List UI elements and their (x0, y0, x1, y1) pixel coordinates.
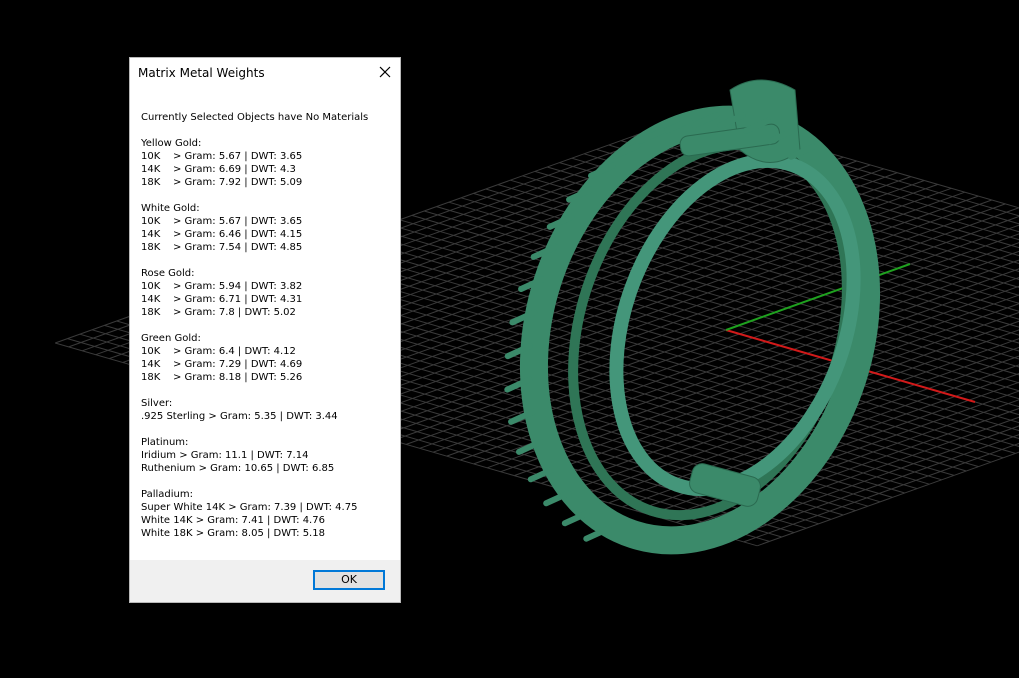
weight-row: 10K > Gram: 5.67 | DWT: 3.65 (141, 215, 396, 228)
close-icon (379, 66, 391, 78)
karat-label: 10K (141, 151, 161, 162)
weight-row: Ruthenium > Gram: 10.65 | DWT: 6.85 (141, 462, 396, 475)
weight-value: > Gram: 6.69 | DWT: 4.3 (173, 164, 296, 175)
grid-line (362, 232, 1019, 424)
metal-group-title: Silver: (141, 398, 173, 409)
weight-row: 14K > Gram: 7.29 | DWT: 4.69 (141, 358, 396, 371)
dialog-content: Currently Selected Objects have No Mater… (141, 111, 396, 553)
grid-line (392, 215, 1019, 441)
grid-line (406, 224, 1019, 445)
weight-row: 18K > Gram: 7.92 | DWT: 5.09 (141, 176, 396, 189)
metal-group: Palladium: Super White 14K > Gram: 7.39 |… (141, 488, 396, 540)
weight-row: 14K > Gram: 6.69 | DWT: 4.3 (141, 163, 396, 176)
metal-group-title: Platinum: (141, 437, 189, 448)
weight-value: Iridium > Gram: 11.1 | DWT: 7.14 (141, 450, 309, 461)
weight-value: > Gram: 6.46 | DWT: 4.15 (173, 229, 303, 240)
dialog-title-bar[interactable]: Matrix Metal Weights (130, 58, 400, 88)
weight-value: > Gram: 6.4 | DWT: 4.12 (173, 346, 296, 357)
dialog-footer: OK (130, 560, 400, 602)
weight-row: 18K > Gram: 7.54 | DWT: 4.85 (141, 241, 396, 254)
karat-label: 18K (141, 242, 161, 253)
metal-group-title: White Gold: (141, 203, 200, 214)
weight-value: > Gram: 8.18 | DWT: 5.26 (173, 372, 303, 383)
weight-row: White 14K > Gram: 7.41 | DWT: 4.76 (141, 514, 396, 527)
weight-row: .925 Sterling > Gram: 5.35 | DWT: 3.44 (141, 410, 396, 423)
metal-group-title: Rose Gold: (141, 268, 195, 279)
weight-value: > Gram: 6.71 | DWT: 4.31 (173, 294, 303, 305)
metal-groups: Yellow Gold: 10K > Gram: 5.67 | DWT: 3.65 1… (141, 137, 396, 540)
weight-value: White 14K > Gram: 7.41 | DWT: 4.76 (141, 515, 325, 526)
metal-group-title: Yellow Gold: (141, 138, 202, 149)
metal-group: White Gold: 10K > Gram: 5.67 | DWT: 3.65 14… (141, 202, 396, 254)
karat-label: 14K (141, 359, 161, 370)
weight-row: 14K > Gram: 6.46 | DWT: 4.15 (141, 228, 396, 241)
weight-value: > Gram: 5.67 | DWT: 3.65 (173, 151, 303, 162)
weight-value: Ruthenium > Gram: 10.65 | DWT: 6.85 (141, 463, 335, 474)
weight-row: Iridium > Gram: 11.1 | DWT: 7.14 (141, 449, 396, 462)
weight-value: Super White 14K > Gram: 7.39 | DWT: 4.75 (141, 502, 358, 513)
weight-row: 10K > Gram: 5.94 | DWT: 3.82 (141, 280, 396, 293)
grid-line (387, 223, 1019, 408)
metal-group: Yellow Gold: 10K > Gram: 5.67 | DWT: 3.65 1… (141, 137, 396, 189)
karat-label: 14K (141, 294, 161, 305)
weight-value: > Gram: 7.8 | DWT: 5.02 (173, 307, 296, 318)
karat-label: 18K (141, 372, 161, 383)
weight-row: 10K > Gram: 5.67 | DWT: 3.65 (141, 150, 396, 163)
metal-group: Rose Gold: 10K > Gram: 5.94 | DWT: 3.82 14K… (141, 267, 396, 319)
karat-label: 10K (141, 281, 161, 292)
ok-button[interactable]: OK (313, 570, 385, 590)
weight-value: > Gram: 7.92 | DWT: 5.09 (173, 177, 303, 188)
weight-row: 14K > Gram: 6.71 | DWT: 4.31 (141, 293, 396, 306)
karat-label: 10K (141, 346, 161, 357)
weight-value: > Gram: 5.67 | DWT: 3.65 (173, 216, 303, 227)
karat-label: 14K (141, 164, 161, 175)
weight-row: 10K > Gram: 6.4 | DWT: 4.12 (141, 345, 396, 358)
metal-group: Platinum: Iridium > Gram: 11.1 | DWT: 7.1… (141, 436, 396, 475)
karat-label: 10K (141, 216, 161, 227)
metal-group-title: Palladium: (141, 489, 193, 500)
selection-status: Currently Selected Objects have No Mater… (141, 112, 369, 123)
weight-value: > Gram: 7.29 | DWT: 4.69 (173, 359, 303, 370)
karat-label: 18K (141, 177, 161, 188)
weight-row: Super White 14K > Gram: 7.39 | DWT: 4.75 (141, 501, 396, 514)
close-button[interactable] (370, 58, 400, 86)
weight-value: > Gram: 7.54 | DWT: 4.85 (173, 242, 303, 253)
weight-row: White 18K > Gram: 8.05 | DWT: 5.18 (141, 527, 396, 540)
metal-group: Silver: .925 Sterling > Gram: 5.35 | DWT:… (141, 397, 396, 423)
metal-weights-dialog: Matrix Metal Weights Currently Selected … (129, 57, 401, 603)
metal-group: Green Gold: 10K > Gram: 6.4 | DWT: 4.12 14K… (141, 332, 396, 384)
weight-value: .925 Sterling > Gram: 5.35 | DWT: 3.44 (141, 411, 338, 422)
weight-value: White 18K > Gram: 8.05 | DWT: 5.18 (141, 528, 325, 539)
dialog-title: Matrix Metal Weights (138, 66, 265, 80)
metal-group-title: Green Gold: (141, 333, 201, 344)
weight-value: > Gram: 5.94 | DWT: 3.82 (173, 281, 303, 292)
weight-row: 18K > Gram: 8.18 | DWT: 5.26 (141, 371, 396, 384)
karat-label: 18K (141, 307, 161, 318)
weight-row: 18K > Gram: 7.8 | DWT: 5.02 (141, 306, 396, 319)
karat-label: 14K (141, 229, 161, 240)
